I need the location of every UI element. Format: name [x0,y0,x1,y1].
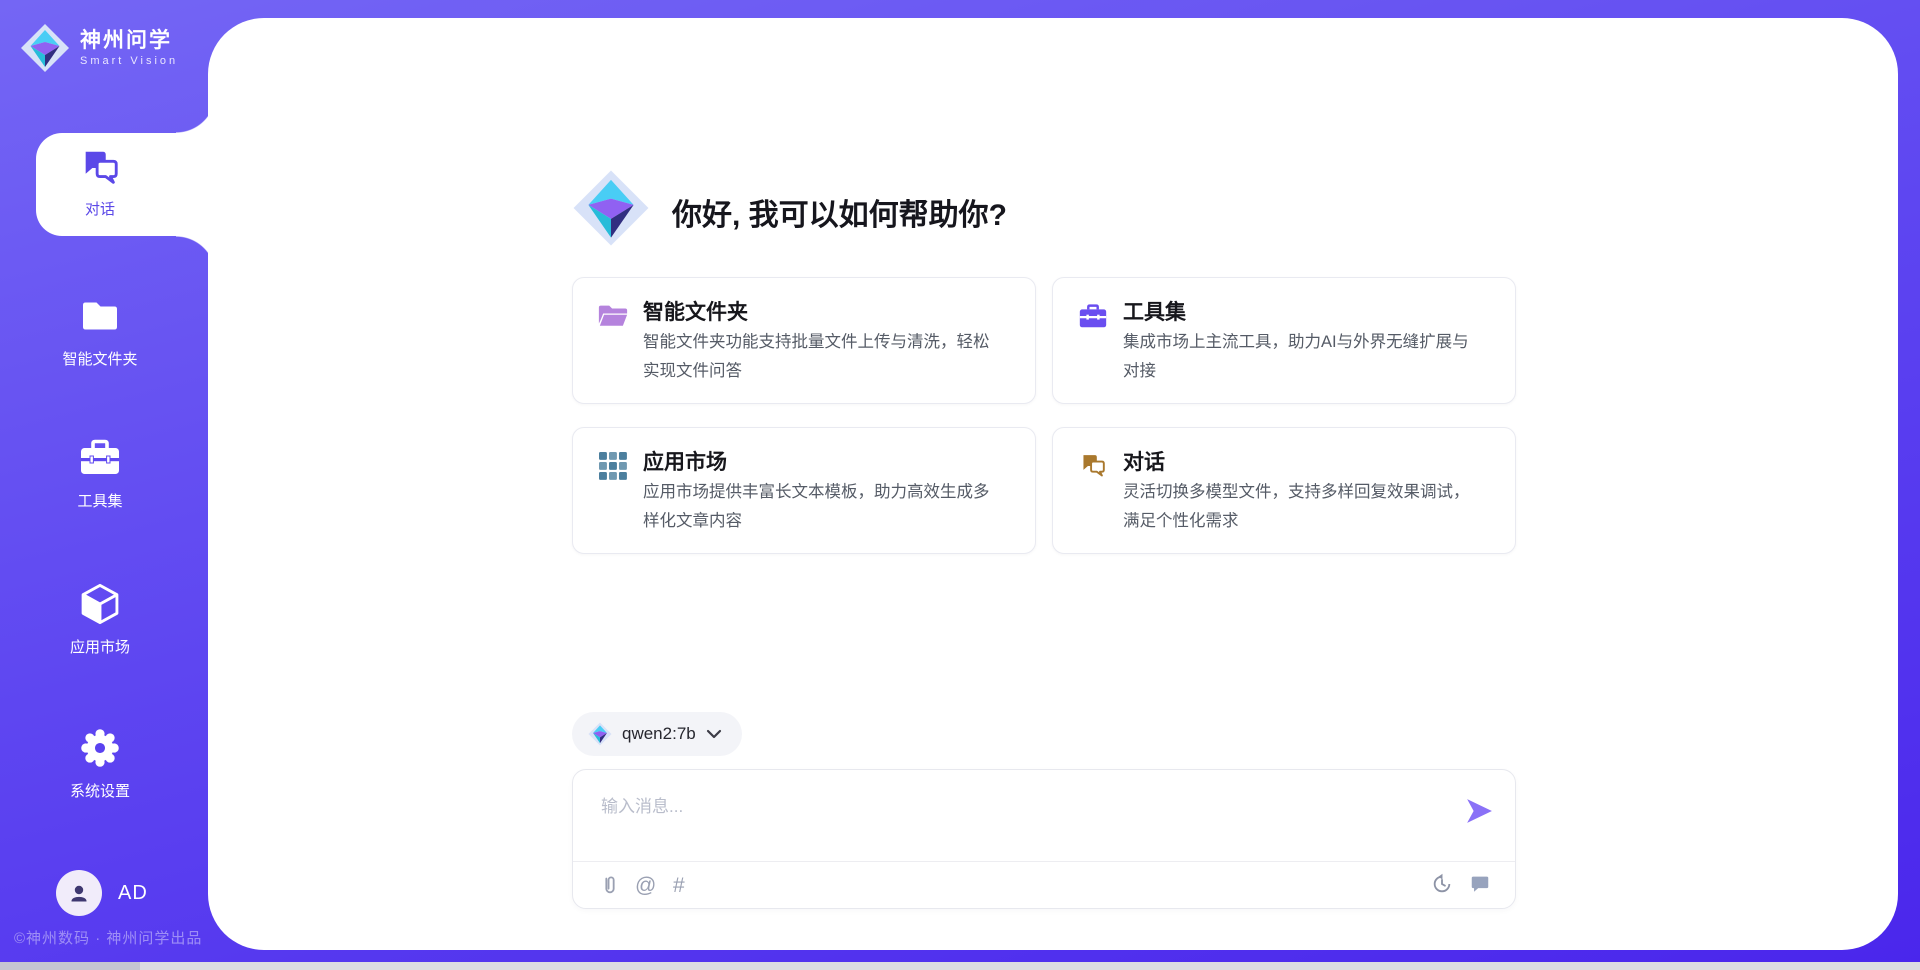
card-title: 应用市场 [643,446,727,476]
hash-icon: # [673,874,685,897]
cube-icon [78,582,122,626]
feedback-button[interactable] [1469,873,1491,901]
attach-file-button[interactable] [599,873,621,903]
card-desc: 智能文件夹功能支持批量文件上传与清洗，轻松实现文件问答 [643,328,1005,386]
folder-icon [78,294,122,338]
brand-diamond-icon [572,163,650,253]
avatar [56,870,102,916]
card-toolset[interactable]: 工具集 集成市场上主流工具，助力AI与外界无缝扩展与对接 [1052,277,1516,404]
sidebar-item-app-market[interactable]: 应用市场 [0,582,200,657]
app-logo: 神州问学 Smart Vision [20,22,178,74]
send-button[interactable] [1465,798,1493,824]
sidebar-item-label: 智能文件夹 [0,348,200,369]
user-profile[interactable]: AD [56,870,148,916]
model-logo-icon [588,721,612,747]
chat-icon [79,147,121,189]
paperclip-icon [599,873,621,897]
person-icon [67,881,91,905]
app-subtitle: Smart Vision [80,55,178,67]
main-panel: 你好, 我可以如何帮助你? 智能文件夹 智能文件夹功能支持批量文件上传与清洗，轻… [208,18,1898,950]
gear-icon [77,726,123,770]
card-chat[interactable]: 对话 灵活切换多模型文件，支持多样回复效果调试，满足个性化需求 [1052,427,1516,554]
toolbox-icon [77,436,123,480]
history-button[interactable] [1431,873,1453,901]
grid-icon [597,452,629,480]
main-content: 你好, 我可以如何帮助你? 智能文件夹 智能文件夹功能支持批量文件上传与清洗，轻… [572,18,1516,950]
card-title: 工具集 [1123,296,1186,326]
user-name: AD [118,882,148,905]
briefcase-icon [1077,302,1109,330]
composer-divider [573,861,1515,862]
card-title: 对话 [1123,446,1165,476]
feature-cards: 智能文件夹 智能文件夹功能支持批量文件上传与清洗，轻松实现文件问答 工具集 集成… [572,277,1516,554]
model-name: qwen2:7b [622,724,696,744]
send-icon [1465,798,1493,824]
sidebar-item-label: 对话 [60,198,140,219]
app-title: 神州问学 [80,29,178,53]
chevron-down-icon [706,729,722,739]
history-icon [1431,873,1453,895]
sidebar-item-system-settings[interactable]: 系统设置 [0,726,200,801]
sidebar-item-chat-active[interactable]: 对话 [36,133,216,236]
card-desc: 灵活切换多模型文件，支持多样回复效果调试，满足个性化需求 [1123,478,1485,536]
message-input[interactable] [599,790,1433,842]
card-desc: 集成市场上主流工具，助力AI与外界无缝扩展与对接 [1123,328,1485,386]
card-smart-folder[interactable]: 智能文件夹 智能文件夹功能支持批量文件上传与清洗，轻松实现文件问答 [572,277,1036,404]
scrollbar-thumb[interactable] [0,962,140,970]
brand-diamond-icon [20,22,70,74]
chat-bubble-icon [1469,873,1491,895]
app-root: 你好, 我可以如何帮助你? 智能文件夹 智能文件夹功能支持批量文件上传与清洗，轻… [0,0,1920,970]
message-composer: @ # [572,769,1516,909]
card-title: 智能文件夹 [643,296,748,326]
sidebar-item-label: 系统设置 [0,780,200,801]
chat-icon [1077,452,1109,480]
sidebar-item-toolset[interactable]: 工具集 [0,436,200,511]
copyright-footer: ©神州数码 · 神州问学出品 [14,927,202,948]
sidebar-item-label: 工具集 [0,490,200,511]
mention-button[interactable]: @ [635,874,656,898]
sidebar-item-label: 应用市场 [0,636,200,657]
card-desc: 应用市场提供丰富长文本模板，助力高效生成多样化文章内容 [643,478,1005,536]
at-icon: @ [635,874,656,897]
sidebar-item-smart-folder[interactable]: 智能文件夹 [0,294,200,369]
card-app-market[interactable]: 应用市场 应用市场提供丰富长文本模板，助力高效生成多样化文章内容 [572,427,1036,554]
open-folder-icon [597,302,629,330]
horizontal-scrollbar[interactable] [0,962,1920,970]
topic-button[interactable]: # [673,874,685,898]
greeting-title: 你好, 我可以如何帮助你? [672,190,1007,234]
model-selector[interactable]: qwen2:7b [572,712,742,756]
